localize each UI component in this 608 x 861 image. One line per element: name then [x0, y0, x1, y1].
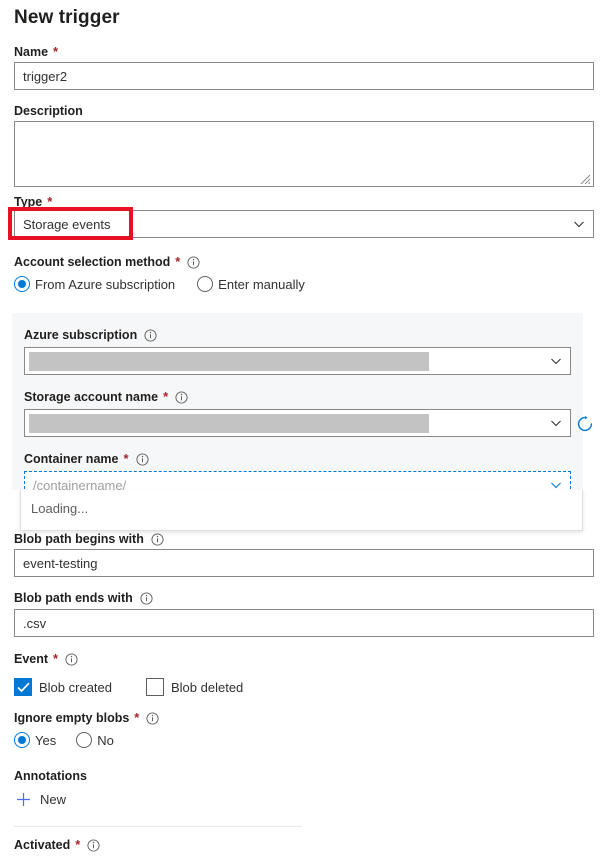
azure-subscription-dropdown[interactable] — [24, 347, 571, 375]
dropdown-item-loading: Loading... — [21, 498, 582, 520]
name-input[interactable] — [14, 62, 594, 90]
container-name-label: Container name * — [24, 451, 571, 467]
required-asterisk: * — [47, 194, 52, 210]
activated-label-text: Activated — [14, 837, 70, 853]
ignore-empty-blobs-label-text: Ignore empty blobs — [14, 710, 129, 726]
container-name-dropdown-list[interactable]: Loading... — [20, 490, 583, 531]
refresh-icon[interactable] — [576, 415, 594, 433]
storage-account-name-label: Storage account name * — [24, 389, 571, 405]
info-icon[interactable] — [144, 329, 157, 342]
chevron-down-icon — [573, 218, 585, 230]
checkbox-indicator[interactable] — [146, 678, 164, 696]
info-icon[interactable] — [146, 712, 159, 725]
required-asterisk: * — [134, 710, 139, 726]
blob-path-ends-with-label-text: Blob path ends with — [14, 590, 133, 606]
required-asterisk: * — [123, 451, 128, 467]
annotations-label-text: Annotations — [14, 768, 87, 784]
checkbox-blob-deleted[interactable]: Blob deleted — [146, 678, 243, 696]
chevron-down-icon — [550, 355, 562, 367]
description-textarea[interactable] — [14, 121, 594, 187]
event-label-text: Event — [14, 651, 48, 667]
radio-from-azure-subscription[interactable]: From Azure subscription — [14, 276, 175, 292]
info-icon[interactable] — [151, 533, 164, 546]
storage-account-name-label-text: Storage account name — [24, 389, 158, 405]
checkbox-indicator[interactable] — [14, 678, 32, 696]
radio-indicator[interactable] — [14, 276, 30, 292]
radio-ignore-empty-blobs-no[interactable]: No — [76, 732, 114, 748]
add-annotation-label: New — [40, 792, 66, 807]
azure-account-panel: Azure subscription Storage account name … — [12, 313, 583, 490]
radio-ignore-empty-blobs-yes[interactable]: Yes — [14, 732, 56, 748]
radio-enter-manually[interactable]: Enter manually — [197, 276, 305, 292]
activated-label: Activated * — [14, 837, 594, 853]
info-icon[interactable] — [187, 256, 200, 269]
required-asterisk: * — [163, 389, 168, 405]
info-icon[interactable] — [87, 839, 100, 852]
page-title: New trigger — [14, 0, 594, 32]
azure-subscription-label-text: Azure subscription — [24, 327, 137, 343]
blob-path-begins-with-label-text: Blob path begins with — [14, 531, 144, 547]
new-trigger-panel: New trigger Name * Description Type * St… — [0, 0, 608, 861]
annotations-label: Annotations — [14, 768, 594, 784]
radio-label: No — [97, 733, 114, 748]
checkbox-label: Blob deleted — [171, 680, 243, 695]
account-selection-method-radios: From Azure subscription Enter manually — [14, 276, 594, 292]
type-label-text: Type — [14, 194, 42, 210]
radio-indicator[interactable] — [14, 732, 30, 748]
name-label: Name * — [14, 44, 594, 60]
type-label: Type * — [14, 194, 594, 210]
account-selection-method-label-text: Account selection method — [14, 254, 170, 270]
resize-grip-icon[interactable] — [580, 174, 591, 185]
checkbox-blob-created[interactable]: Blob created — [14, 678, 146, 696]
type-dropdown-value: Storage events — [23, 217, 110, 232]
description-label-text: Description — [14, 103, 83, 119]
ignore-empty-blobs-radios: Yes No — [14, 732, 594, 748]
info-icon[interactable] — [175, 391, 188, 404]
blob-path-begins-with-label: Blob path begins with — [14, 531, 594, 547]
radio-indicator[interactable] — [197, 276, 213, 292]
blob-path-begins-with-input[interactable] — [14, 549, 594, 577]
redacted-value-bar — [29, 414, 429, 433]
add-annotation-button[interactable]: New — [14, 792, 66, 807]
checkbox-label: Blob created — [39, 680, 112, 695]
info-icon[interactable] — [136, 453, 149, 466]
required-asterisk: * — [53, 651, 58, 667]
event-label: Event * — [14, 651, 594, 667]
storage-account-name-dropdown[interactable] — [24, 409, 571, 437]
azure-subscription-label: Azure subscription — [24, 327, 571, 343]
ignore-empty-blobs-label: Ignore empty blobs * — [14, 710, 594, 726]
name-label-text: Name — [14, 44, 48, 60]
required-asterisk: * — [175, 254, 180, 270]
check-icon — [17, 682, 30, 693]
event-checkboxes: Blob created Blob deleted — [14, 678, 594, 696]
redacted-value-bar — [29, 352, 429, 371]
info-icon[interactable] — [140, 592, 153, 605]
container-name-label-text: Container name — [24, 451, 118, 467]
account-selection-method-label: Account selection method * — [14, 254, 594, 270]
radio-indicator[interactable] — [76, 732, 92, 748]
chevron-down-icon — [550, 417, 562, 429]
required-asterisk: * — [53, 44, 58, 60]
info-icon[interactable] — [65, 653, 78, 666]
radio-label: Enter manually — [218, 277, 305, 292]
required-asterisk: * — [75, 837, 80, 853]
blob-path-ends-with-label: Blob path ends with — [14, 590, 594, 606]
blob-path-ends-with-input[interactable] — [14, 609, 594, 637]
radio-label: From Azure subscription — [35, 277, 175, 292]
plus-icon — [16, 792, 31, 807]
radio-label: Yes — [35, 733, 56, 748]
type-dropdown[interactable]: Storage events — [14, 210, 594, 238]
annotations-divider — [14, 826, 302, 827]
description-label: Description — [14, 103, 594, 119]
